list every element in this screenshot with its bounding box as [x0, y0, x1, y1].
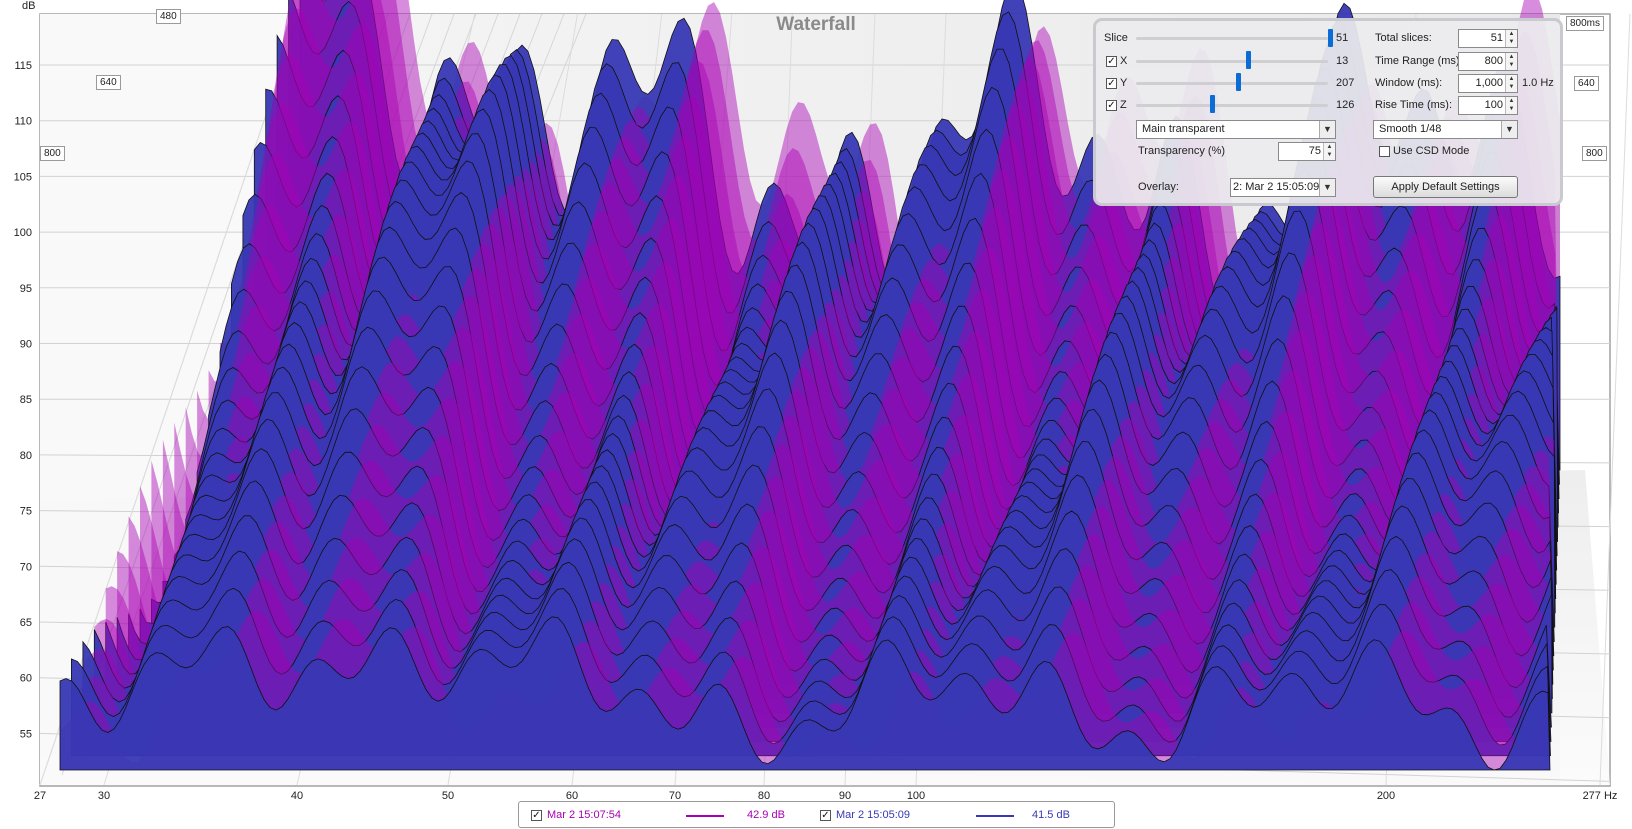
chevron-down-icon[interactable]: ▼ [1501, 121, 1517, 138]
y-tick-label: 110 [14, 116, 32, 128]
time-label-640-left: 640 [96, 75, 121, 90]
x-tick-label: 30 [98, 790, 110, 802]
legend-checkbox-2[interactable]: ✓ [820, 810, 831, 821]
z-axis-value: 126 [1336, 99, 1355, 111]
x-axis-label: X [1120, 55, 1128, 67]
y-tick-label: 85 [20, 394, 32, 406]
legend-checkbox-1[interactable]: ✓ [531, 810, 542, 821]
waterfall-controls-panel: Slice 51 ✓ X 13 ✓ Y 207 ✓ Z 126 Total sl… [1093, 18, 1563, 206]
y-tick-label: 75 [20, 506, 32, 518]
z-axis-label: Z [1120, 99, 1127, 111]
x-tick-label: 50 [442, 790, 454, 802]
z-rotation-slider[interactable] [1136, 104, 1328, 107]
legend-series-1-value: 42.9 dB [747, 809, 785, 821]
y-tick-label: 70 [20, 561, 32, 573]
legend-series-2-name: Mar 2 15:05:09 [836, 809, 910, 821]
x-tick-label: 27 [34, 790, 46, 802]
window-resolution: 1.0 Hz [1522, 77, 1554, 89]
spinner-arrows-icon[interactable]: ▲ ▼ [1505, 53, 1517, 70]
y-tick-label: 115 [14, 60, 32, 72]
y-tick-label: 95 [20, 283, 32, 295]
window-label: Window (ms): [1375, 77, 1443, 89]
overlay-label: Overlay: [1138, 181, 1179, 193]
spinner-arrows-icon[interactable]: ▲ ▼ [1505, 97, 1517, 114]
y-tick-label: 80 [20, 450, 32, 462]
x-axis-checkbox[interactable]: ✓ [1106, 56, 1117, 67]
x-tick-label: 40 [291, 790, 303, 802]
slice-slider-thumb[interactable] [1328, 29, 1333, 47]
y-tick-label: 60 [20, 673, 32, 685]
apply-default-settings-button[interactable]: Apply Default Settings [1373, 176, 1518, 198]
spinner-arrows-icon[interactable]: ▲ ▼ [1505, 75, 1517, 92]
spinner-arrows-icon[interactable]: ▲ ▼ [1323, 143, 1335, 160]
y-axis-unit: dB [22, 0, 36, 12]
y-axis-label: Y [1120, 77, 1128, 89]
total-slices-spinner[interactable]: 51 ▲ ▼ [1458, 29, 1518, 48]
rise-time-value: 100 [1484, 99, 1503, 111]
time-label-800-right: 800 [1582, 146, 1607, 161]
legend: ✓ Mar 2 15:07:54 42.9 dB ✓ Mar 2 15:05:0… [518, 801, 1115, 828]
legend-series-1-swatch [686, 815, 724, 817]
x-rotation-slider[interactable] [1136, 60, 1328, 63]
z-rotation-slider-thumb[interactable] [1210, 95, 1215, 113]
y-tick-label: 90 [20, 339, 32, 351]
slice-label: Slice [1104, 32, 1128, 44]
legend-series-1-name: Mar 2 15:07:54 [547, 809, 621, 821]
y-rotation-slider[interactable] [1136, 82, 1328, 85]
y-tick-label: 105 [14, 171, 32, 183]
y-axis-value: 207 [1336, 77, 1355, 89]
x-axis-value: 13 [1336, 55, 1349, 67]
time-range-label: Time Range (ms): [1375, 55, 1463, 67]
x-rotation-slider-thumb[interactable] [1246, 51, 1251, 69]
csd-mode-label: Use CSD Mode [1393, 145, 1470, 157]
y-rotation-slider-thumb[interactable] [1236, 73, 1241, 91]
total-slices-value: 51 [1490, 32, 1503, 44]
display-mode-value: Main transparent [1142, 123, 1225, 135]
y-tick-label: 65 [20, 617, 32, 629]
z-axis-checkbox[interactable]: ✓ [1106, 100, 1117, 111]
window-spinner[interactable]: 1,000 ▲ ▼ [1458, 74, 1518, 93]
rise-time-spinner[interactable]: 100 ▲ ▼ [1458, 96, 1518, 115]
time-range-value: 800 [1484, 55, 1503, 67]
csd-mode-checkbox[interactable] [1379, 146, 1390, 157]
time-label-480: 480 [156, 9, 181, 24]
chevron-down-icon[interactable]: ▼ [1319, 179, 1335, 196]
overlay-value: 2: Mar 2 15:05:09 [1233, 181, 1320, 193]
time-range-spinner[interactable]: 800 ▲ ▼ [1458, 52, 1518, 71]
slice-value: 51 [1336, 32, 1349, 44]
legend-series-2-value: 41.5 dB [1032, 809, 1070, 821]
spinner-arrows-icon[interactable]: ▲ ▼ [1505, 30, 1517, 47]
time-label-640-right: 640 [1574, 76, 1599, 91]
transparency-label: Transparency (%) [1138, 145, 1226, 157]
legend-series-2-swatch [976, 815, 1014, 817]
transparency-spinner[interactable]: 75 ▲ ▼ [1278, 142, 1336, 161]
transparency-value: 75 [1308, 145, 1321, 157]
y-tick-label: 55 [20, 728, 32, 740]
chevron-down-icon[interactable]: ▼ [1319, 121, 1335, 138]
x-tick-label: 277 Hz [1583, 790, 1618, 802]
display-mode-select[interactable]: Main transparent ▼ [1136, 120, 1336, 139]
total-slices-label: Total slices: [1375, 32, 1432, 44]
smoothing-value: Smooth 1/48 [1379, 123, 1442, 135]
y-axis-checkbox[interactable]: ✓ [1106, 78, 1117, 89]
y-tick-label: 100 [14, 227, 32, 239]
slice-slider[interactable] [1136, 37, 1328, 40]
x-tick-label: 200 [1377, 790, 1395, 802]
time-label-800-left: 800 [40, 146, 65, 161]
time-label-800ms: 800ms [1566, 16, 1605, 31]
window-value: 1,000 [1475, 77, 1503, 89]
rise-time-label: Rise Time (ms): [1375, 99, 1452, 111]
overlay-select[interactable]: 2: Mar 2 15:05:09 ▼ [1230, 178, 1336, 197]
smoothing-select[interactable]: Smooth 1/48 ▼ [1373, 120, 1518, 139]
